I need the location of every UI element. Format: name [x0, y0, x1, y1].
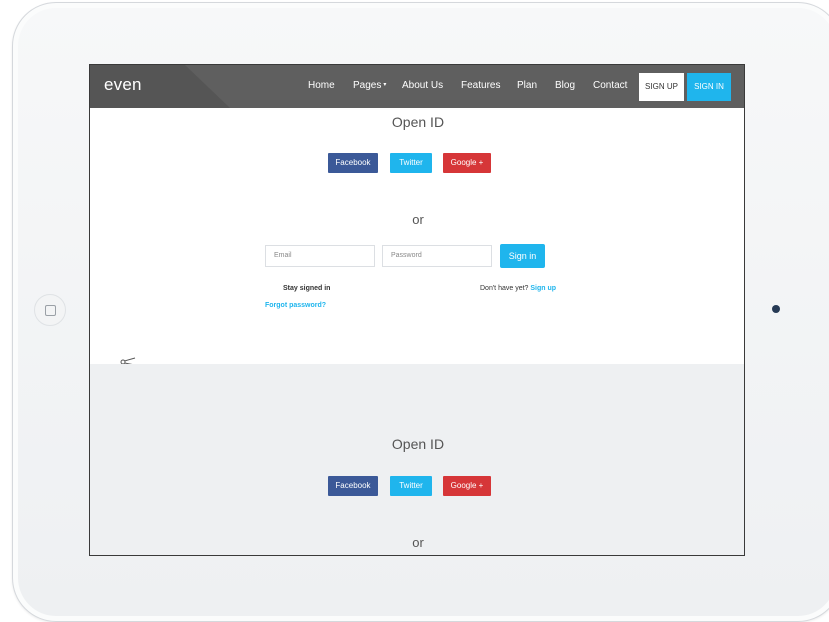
signup-button[interactable]: SIGN UP	[639, 73, 684, 101]
screen: even Home Pages ▾ About Us Features Plan …	[89, 64, 745, 556]
facebook-button[interactable]: Facebook	[328, 153, 378, 173]
google-plus-button-2[interactable]: Google +	[443, 476, 491, 496]
email-field[interactable]: Email	[265, 245, 375, 267]
camera-icon	[772, 305, 780, 313]
nav-pages-label: Pages	[353, 80, 382, 91]
signup-link[interactable]: Sign up	[530, 285, 556, 292]
logo[interactable]: even	[104, 75, 142, 95]
nav-blog[interactable]: Blog	[555, 80, 575, 91]
nav-about-us[interactable]: About Us	[402, 80, 443, 91]
facebook-button-2[interactable]: Facebook	[328, 476, 378, 496]
open-id-heading-2: Open ID	[391, 436, 445, 452]
nav-contact[interactable]: Contact	[593, 80, 627, 91]
no-account-text: Don't have yet?	[480, 285, 529, 292]
google-plus-button[interactable]: Google +	[443, 153, 491, 173]
nav-features[interactable]: Features	[461, 80, 500, 91]
chevron-down-icon: ▾	[383, 82, 387, 88]
openid-panel: Open ID Facebook Twitter Google + or	[90, 364, 744, 555]
nav-plan[interactable]: Plan	[517, 80, 537, 91]
home-button-icon	[45, 305, 56, 316]
password-field[interactable]: Password	[382, 245, 492, 267]
or-divider: or	[412, 212, 424, 227]
nav-home[interactable]: Home	[308, 80, 335, 91]
navbar: even Home Pages ▾ About Us Features Plan …	[90, 65, 744, 108]
signup-prompt: Don't have yet? Sign up	[480, 285, 556, 292]
nav-pages[interactable]: Pages ▾	[353, 80, 386, 91]
twitter-button[interactable]: Twitter	[390, 153, 432, 173]
signin-button[interactable]: Sign in	[500, 244, 545, 268]
signin-nav-button[interactable]: SIGN IN	[687, 73, 731, 101]
or-divider-2: or	[412, 535, 424, 550]
forgot-password-link[interactable]: Forgot password?	[265, 302, 326, 309]
login-panel: Open ID Facebook Twitter Google + or Ema…	[90, 108, 744, 365]
twitter-button-2[interactable]: Twitter	[390, 476, 432, 496]
open-id-heading: Open ID	[391, 114, 445, 130]
stay-signed-in-checkbox[interactable]: Stay signed in	[283, 285, 330, 292]
home-button[interactable]	[34, 294, 66, 326]
